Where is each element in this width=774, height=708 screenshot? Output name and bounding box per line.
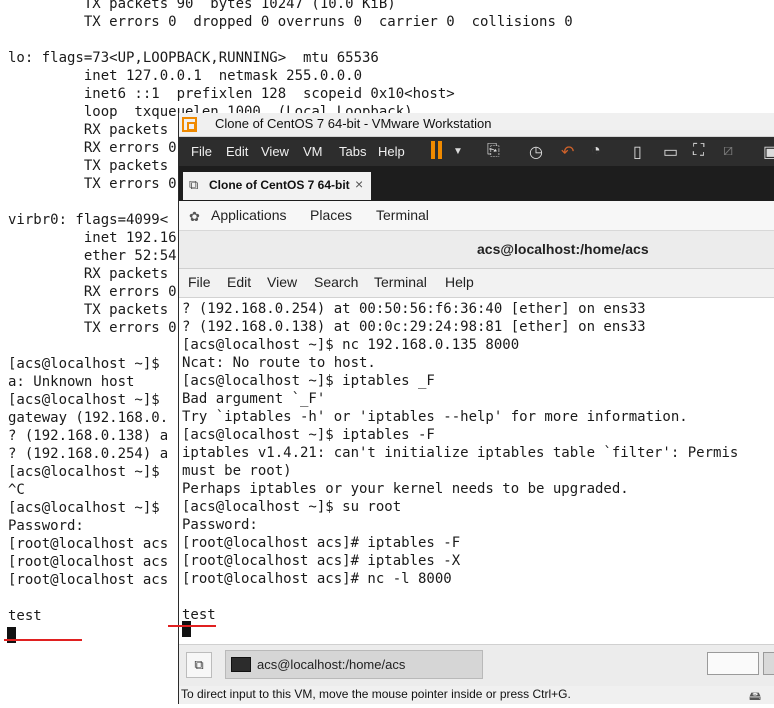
host-terminal-line: lo: flags=73<UP,LOOPBACK,RUNNING> mtu 65… [8,50,379,66]
terminal-app-menu[interactable]: Terminal [376,207,429,223]
terminal-menu-view[interactable]: View [267,274,297,290]
guest-terminal-line: Bad argument `_F' [182,391,326,407]
red-underline-annotation-vm [168,625,216,627]
tab-clone-centos[interactable]: ⧉ Clone of CentOS 7 64-bit × [183,172,371,200]
vmware-window-title: Clone of CentOS 7 64-bit - VMware Workst… [215,116,492,131]
pause-icon[interactable] [431,141,445,159]
applications-menu[interactable]: Applications [211,207,287,223]
terminal-menu-terminal[interactable]: Terminal [374,274,427,290]
terminal-menu-edit[interactable]: Edit [227,274,251,290]
terminal-icon [231,657,251,672]
menu-file[interactable]: File [191,144,212,159]
guest-terminal-line: Password: [182,517,258,533]
console-icon[interactable]: ▣ [763,142,774,162]
vmware-toolbar: File Edit View VM Tabs Help ▼ ⎘ ◷ ↶ ◔ ▯ … [179,137,774,166]
terminal-window-title: acs@localhost:/home/acs [477,241,649,257]
workspace-switcher[interactable] [707,652,759,675]
gnome-top-bar: ✿ Applications Places Terminal [179,201,774,231]
guest-terminal-cursor [182,621,191,637]
workspace-switcher-2[interactable] [763,652,774,675]
gnome-bottom-panel: ⧉ acs@localhost:/home/acs [179,644,774,687]
guest-terminal-line: [root@localhost acs]# nc -l 8000 [182,571,452,587]
host-terminal-line: TX errors 0 dropped 0 overruns 0 carrier… [8,14,573,30]
guest-terminal-line: Ncat: No route to host. [182,355,376,371]
console-view-icon[interactable]: ▭ [663,142,678,162]
device-status-icon[interactable]: 🖴 [749,687,761,708]
vmware-statusbar: To direct input to this VM, move the mou… [179,686,774,704]
guest-terminal-line: [root@localhost acs]# iptables -X [182,553,461,569]
snapshot-icon[interactable]: ◷ [529,142,543,162]
vmware-titlebar[interactable]: Clone of CentOS 7 64-bit - VMware Workst… [179,113,774,137]
host-terminal-line [8,31,573,49]
host-terminal-line: inet 127.0.0.1 netmask 255.0.0.0 [8,68,363,84]
vmware-logo-icon [182,117,197,132]
menu-edit[interactable]: Edit [226,144,248,159]
full-screen-icon[interactable]: ⛶ [693,142,704,160]
terminal-menu-search[interactable]: Search [314,274,358,290]
close-icon[interactable]: × [355,176,363,192]
guest-terminal-line: [acs@localhost ~]$ iptables -F [182,427,435,443]
taskbar-terminal-label: acs@localhost:/home/acs [257,657,406,672]
guest-terminal-output: ? (192.168.0.254) at 00:50:56:f6:36:40 [… [182,300,738,624]
snapshot-manager-icon[interactable]: ◔ [591,142,601,160]
red-underline-annotation [4,639,82,641]
menu-view[interactable]: View [261,144,289,159]
show-desktop-icon[interactable]: ⧉ [186,652,212,678]
unity-icon[interactable]: ⧄ [723,142,733,160]
menu-vm[interactable]: VM [303,144,323,159]
guest-terminal-line: ? (192.168.0.138) at 00:0c:29:24:98:81 [… [182,319,646,335]
send-ctrl-alt-del-icon[interactable]: ⎘ [487,142,500,160]
menu-help[interactable]: Help [378,144,405,159]
places-menu[interactable]: Places [310,207,352,223]
host-terminal-line: inet6 ::1 prefixlen 128 scopeid 0x10<hos… [8,86,455,102]
guest-terminal-line: test [182,607,216,623]
revert-snapshot-icon[interactable]: ↶ [561,142,574,162]
terminal-menu-file[interactable]: File [188,274,211,290]
guest-terminal-line [182,588,738,606]
vmware-tabbar: ⧉ Clone of CentOS 7 64-bit × [179,166,774,201]
guest-terminal-line: iptables v1.4.21: can't initialize iptab… [182,445,739,461]
guest-terminal-line: must be root) [182,463,292,479]
guest-terminal-line: Perhaps iptables or your kernel needs to… [182,481,629,497]
terminal-menu-help[interactable]: Help [445,274,474,290]
guest-terminal-line: [root@localhost acs]# iptables -F [182,535,461,551]
taskbar-terminal-button[interactable]: acs@localhost:/home/acs [225,650,483,679]
guest-terminal-line: [acs@localhost ~]$ iptables _F [182,373,435,389]
guest-terminal-line: ? (192.168.0.254) at 00:50:56:f6:36:40 [… [182,301,646,317]
applications-icon: ✿ [189,209,200,224]
sidebar-view-icon[interactable]: ▯ [633,142,642,162]
host-terminal-line: TX packets 90 bytes 10247 (10.0 KiB) [8,0,396,12]
guest-terminal-line: Try `iptables -h' or 'iptables --help' f… [182,409,688,425]
guest-terminal-line: [acs@localhost ~]$ nc 192.168.0.135 8000 [182,337,520,353]
guest-terminal[interactable]: ? (192.168.0.254) at 00:50:56:f6:36:40 [… [179,298,774,644]
pause-dropdown-icon[interactable]: ▼ [453,146,463,157]
terminal-headerbar[interactable]: acs@localhost:/home/acs [179,231,774,269]
status-message: To direct input to this VM, move the mou… [181,687,571,701]
vm-tab-icon: ⧉ [189,177,199,192]
menu-tabs[interactable]: Tabs [339,144,366,159]
guest-terminal-line: [acs@localhost ~]$ su root [182,499,402,515]
vm-tab-label: Clone of CentOS 7 64-bit [209,178,350,192]
terminal-menubar: File Edit View Search Terminal Help [179,269,774,298]
vmware-window[interactable]: Clone of CentOS 7 64-bit - VMware Workst… [178,113,774,704]
